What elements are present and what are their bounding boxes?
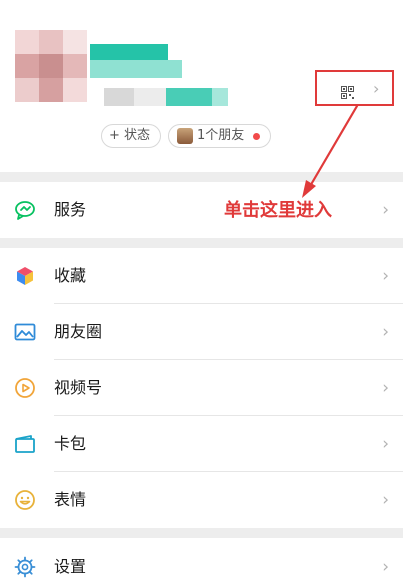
menu-item-label: 收藏 bbox=[54, 266, 87, 285]
chevron-right-icon: › bbox=[382, 378, 389, 398]
menu-item-stickers[interactable]: 表情 › bbox=[0, 472, 403, 528]
moments-picture-icon bbox=[14, 323, 36, 341]
chevron-right-icon: › bbox=[382, 322, 389, 342]
menu-item-channels[interactable]: 视频号 › bbox=[0, 360, 403, 416]
wechat-id-blurred bbox=[104, 88, 228, 106]
nickname-blurred bbox=[90, 44, 182, 80]
qr-code-icon bbox=[341, 86, 354, 99]
status-button[interactable]: + 状态 bbox=[101, 124, 161, 148]
menu-item-favorites[interactable]: 收藏 › bbox=[0, 248, 403, 304]
chevron-right-icon: › bbox=[382, 266, 389, 286]
menu-item-label: 卡包 bbox=[54, 434, 87, 453]
menu-item-service[interactable]: 服务 › bbox=[0, 182, 403, 238]
menu-item-label: 表情 bbox=[54, 490, 87, 509]
chevron-right-icon: › bbox=[382, 490, 389, 510]
friend-avatar bbox=[177, 128, 193, 144]
menu-item-cards[interactable]: 卡包 › bbox=[0, 416, 403, 472]
friends-label: 1个朋友 bbox=[197, 128, 245, 143]
section-divider bbox=[0, 238, 403, 248]
favorites-cube-icon bbox=[17, 267, 33, 285]
chevron-right-icon: › bbox=[382, 557, 389, 577]
menu-item-settings[interactable]: 设置 › bbox=[0, 538, 403, 586]
profile-header[interactable]: › + 状态 1个朋友 bbox=[0, 0, 403, 172]
notification-dot bbox=[253, 133, 260, 140]
menu-item-label: 视频号 bbox=[54, 378, 103, 397]
chevron-right-icon: › bbox=[382, 200, 389, 220]
gear-icon bbox=[14, 556, 36, 578]
chevron-right-icon: › bbox=[382, 434, 389, 454]
status-label: + 状态 bbox=[109, 128, 151, 143]
section-divider bbox=[0, 528, 403, 538]
card-wallet-icon bbox=[15, 435, 35, 453]
friends-status-button[interactable]: 1个朋友 bbox=[168, 124, 271, 148]
section-divider bbox=[0, 172, 403, 182]
qr-code-entry[interactable]: › bbox=[315, 70, 394, 106]
menu-item-moments[interactable]: 朋友圈 › bbox=[0, 304, 403, 360]
avatar[interactable] bbox=[15, 30, 87, 102]
menu-item-label: 设置 bbox=[54, 557, 87, 576]
menu-item-label: 服务 bbox=[54, 200, 87, 219]
annotation-text: 单击这里进入 bbox=[224, 200, 332, 221]
chevron-right-icon: › bbox=[373, 79, 380, 98]
smiley-icon bbox=[15, 490, 35, 510]
service-icon bbox=[15, 201, 35, 220]
channels-play-icon bbox=[15, 378, 35, 398]
menu-item-label: 朋友圈 bbox=[54, 322, 103, 341]
